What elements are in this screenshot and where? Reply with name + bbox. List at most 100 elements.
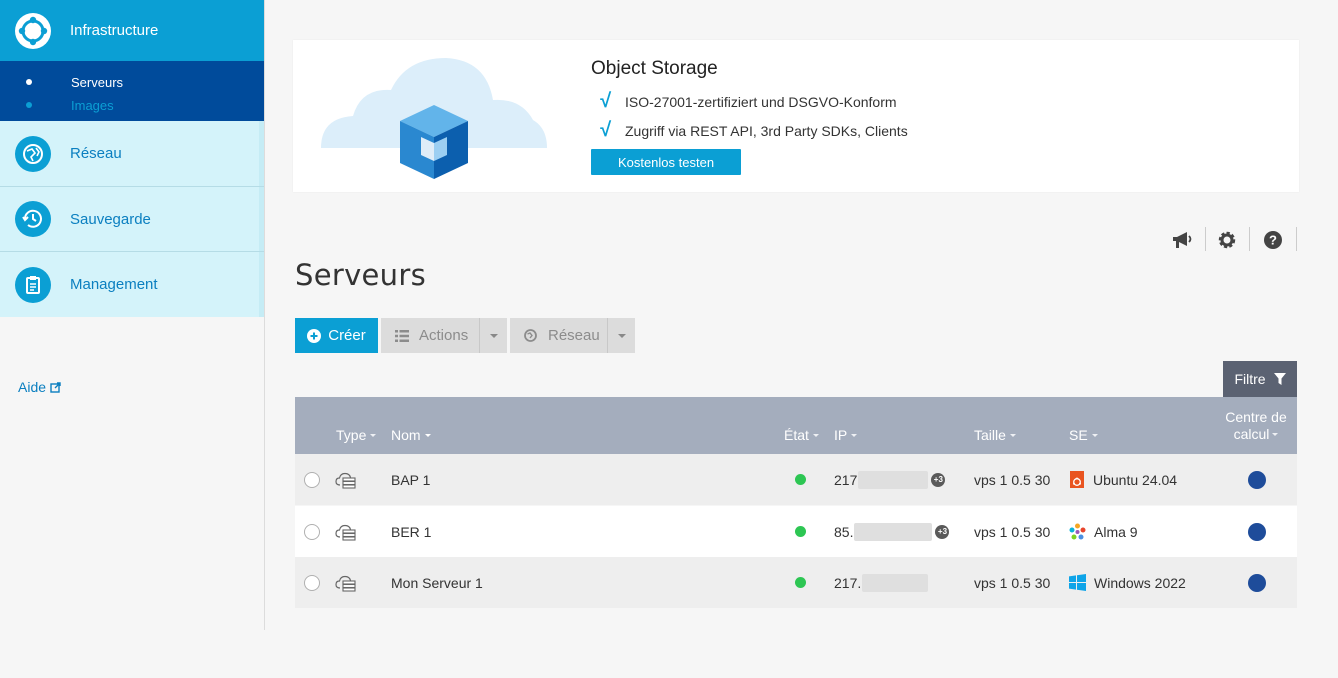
cloud-server-icon	[335, 454, 357, 505]
server-name[interactable]: Mon Serveur 1	[391, 557, 483, 608]
list-icon	[395, 329, 409, 342]
redacted-ip	[854, 522, 933, 541]
infrastructure-icon	[15, 12, 51, 49]
sidebar-item-images[interactable]: Images	[0, 95, 264, 115]
network-globe-icon	[524, 329, 537, 342]
actions-dropdown-toggle[interactable]	[479, 318, 507, 353]
chevron-down-icon	[489, 333, 498, 338]
nav-infrastructure[interactable]: Infrastructure	[0, 0, 264, 61]
check-icon: √	[599, 119, 610, 141]
banner-title: Object Storage	[591, 58, 718, 79]
create-button-label: Créer	[328, 327, 366, 344]
server-size: vps 1 0.5 30	[974, 574, 1051, 591]
nav-sauvegarde-label: Sauvegarde	[70, 210, 151, 228]
table-row[interactable]: Mon Serveur 1 217. vps 1 0.5 30 Windows …	[295, 557, 1297, 608]
sort-caret-icon	[812, 433, 819, 437]
column-header-label: IP	[834, 427, 848, 443]
sidebar: Infrastructure Serveurs Images Réseau Sa…	[0, 0, 264, 678]
column-header-taille[interactable]: Taille	[974, 427, 1016, 443]
try-free-button[interactable]: Kostenlos testen	[591, 149, 741, 175]
server-os: Alma 9	[1069, 506, 1138, 557]
column-header-label: Centre de	[1225, 409, 1287, 425]
bullet-icon	[26, 102, 32, 108]
server-ip: 217.	[834, 557, 929, 608]
banner-feature-text: Zugriff via REST API, 3rd Party SDKs, Cl…	[625, 122, 908, 139]
chevron-down-icon	[617, 333, 626, 338]
eu-flag-icon	[1248, 573, 1266, 592]
column-header-ip[interactable]: IP	[834, 427, 858, 443]
extra-ips-badge[interactable]: +3	[935, 524, 950, 539]
column-header-label: Type	[336, 427, 367, 443]
alma-icon	[1069, 523, 1086, 540]
clipboard-icon	[15, 266, 51, 303]
sidebar-item-label: Images	[71, 97, 114, 113]
banner-feature-text: ISO-27001-zertifiziert und DSGVO-Konform	[625, 93, 897, 110]
ip-prefix: 217	[834, 471, 858, 488]
sort-caret-icon	[851, 433, 858, 437]
server-os: Windows 2022	[1069, 557, 1186, 608]
eu-flag-icon	[1248, 470, 1266, 489]
column-header-label: SE	[1069, 427, 1088, 443]
table-row[interactable]: BAP 1 217 +3 vps 1 0.5 30 Ubuntu 24.04	[295, 454, 1297, 505]
status-running-dot	[795, 577, 806, 588]
sort-caret-icon	[1091, 433, 1098, 437]
status-running-dot	[795, 474, 806, 485]
column-header-se[interactable]: SE	[1069, 427, 1098, 443]
server-name[interactable]: BER 1	[391, 506, 431, 557]
column-header-label: Nom	[391, 427, 421, 443]
sort-caret-icon	[1272, 433, 1279, 436]
banner-feature: √ Zugriff via REST API, 3rd Party SDKs, …	[599, 119, 908, 142]
filter-funnel-icon	[1273, 373, 1286, 385]
windows-icon	[1069, 574, 1086, 591]
redacted-ip	[862, 573, 929, 592]
table-header: Type Nom État IP Taille SE Centre de cal…	[295, 397, 1297, 454]
nav-sauvegarde[interactable]: Sauvegarde	[0, 187, 264, 252]
server-os: Ubuntu 24.04	[1070, 454, 1177, 505]
network-button[interactable]: Réseau	[510, 318, 607, 353]
help-link[interactable]: Aide	[18, 379, 61, 395]
column-header-datacenter[interactable]: Centre de calcul	[1215, 409, 1297, 443]
ip-prefix: 85.	[834, 523, 854, 540]
cloud-server-icon	[335, 506, 357, 557]
actions-button-label: Actions	[419, 327, 469, 344]
nav-management[interactable]: Management	[0, 252, 264, 317]
cloud-cube-illustration	[321, 58, 547, 179]
filter-button-label: Filtre	[1234, 371, 1266, 387]
ip-prefix: 217.	[834, 574, 862, 591]
column-header-label: Taille	[974, 427, 1006, 443]
server-size: vps 1 0.5 30	[974, 523, 1051, 540]
row-select-radio[interactable]	[304, 523, 320, 540]
settings-gear-icon[interactable]	[1215, 228, 1239, 252]
eu-flag-icon	[1248, 522, 1266, 541]
server-ip: 85. +3	[834, 506, 950, 557]
actions-button[interactable]: Actions	[381, 318, 479, 353]
check-icon: √	[599, 90, 610, 112]
network-button-label: Réseau	[548, 327, 600, 344]
nav-management-label: Management	[70, 276, 158, 293]
nav-submenu: Serveurs Images	[0, 61, 264, 121]
create-button[interactable]: Créer	[295, 318, 378, 353]
nav-infrastructure-label: Infrastructure	[70, 22, 159, 39]
nav-reseau-label: Réseau	[70, 145, 122, 162]
column-header-type[interactable]: Type	[336, 427, 377, 443]
row-select-radio[interactable]	[304, 574, 320, 591]
banner-feature: √ ISO-27001-zertifiziert und DSGVO-Konfo…	[599, 90, 897, 113]
filter-button[interactable]: Filtre	[1223, 361, 1297, 397]
column-header-etat[interactable]: État	[784, 427, 819, 443]
sort-caret-icon	[424, 433, 431, 437]
row-select-radio[interactable]	[304, 471, 320, 488]
nav-reseau[interactable]: Réseau	[0, 121, 264, 187]
sidebar-item-serveurs[interactable]: Serveurs	[0, 72, 264, 92]
os-label: Ubuntu 24.04	[1093, 471, 1178, 488]
help-question-icon[interactable]: ?	[1261, 228, 1285, 252]
table-row[interactable]: BER 1 85. +3 vps 1 0.5 30 Alma 9	[295, 506, 1297, 557]
extra-ips-badge[interactable]: +3	[931, 472, 946, 487]
ubuntu-icon	[1070, 471, 1084, 488]
column-header-nom[interactable]: Nom	[391, 427, 431, 443]
server-ip: 217 +3	[834, 454, 946, 505]
network-dropdown-toggle[interactable]	[607, 318, 635, 353]
server-name[interactable]: BAP 1	[391, 454, 430, 505]
redacted-ip	[858, 470, 929, 489]
object-storage-banner: Object Storage √ ISO-27001-zertifiziert …	[293, 40, 1299, 192]
announcements-megaphone-icon[interactable]	[1170, 228, 1194, 252]
